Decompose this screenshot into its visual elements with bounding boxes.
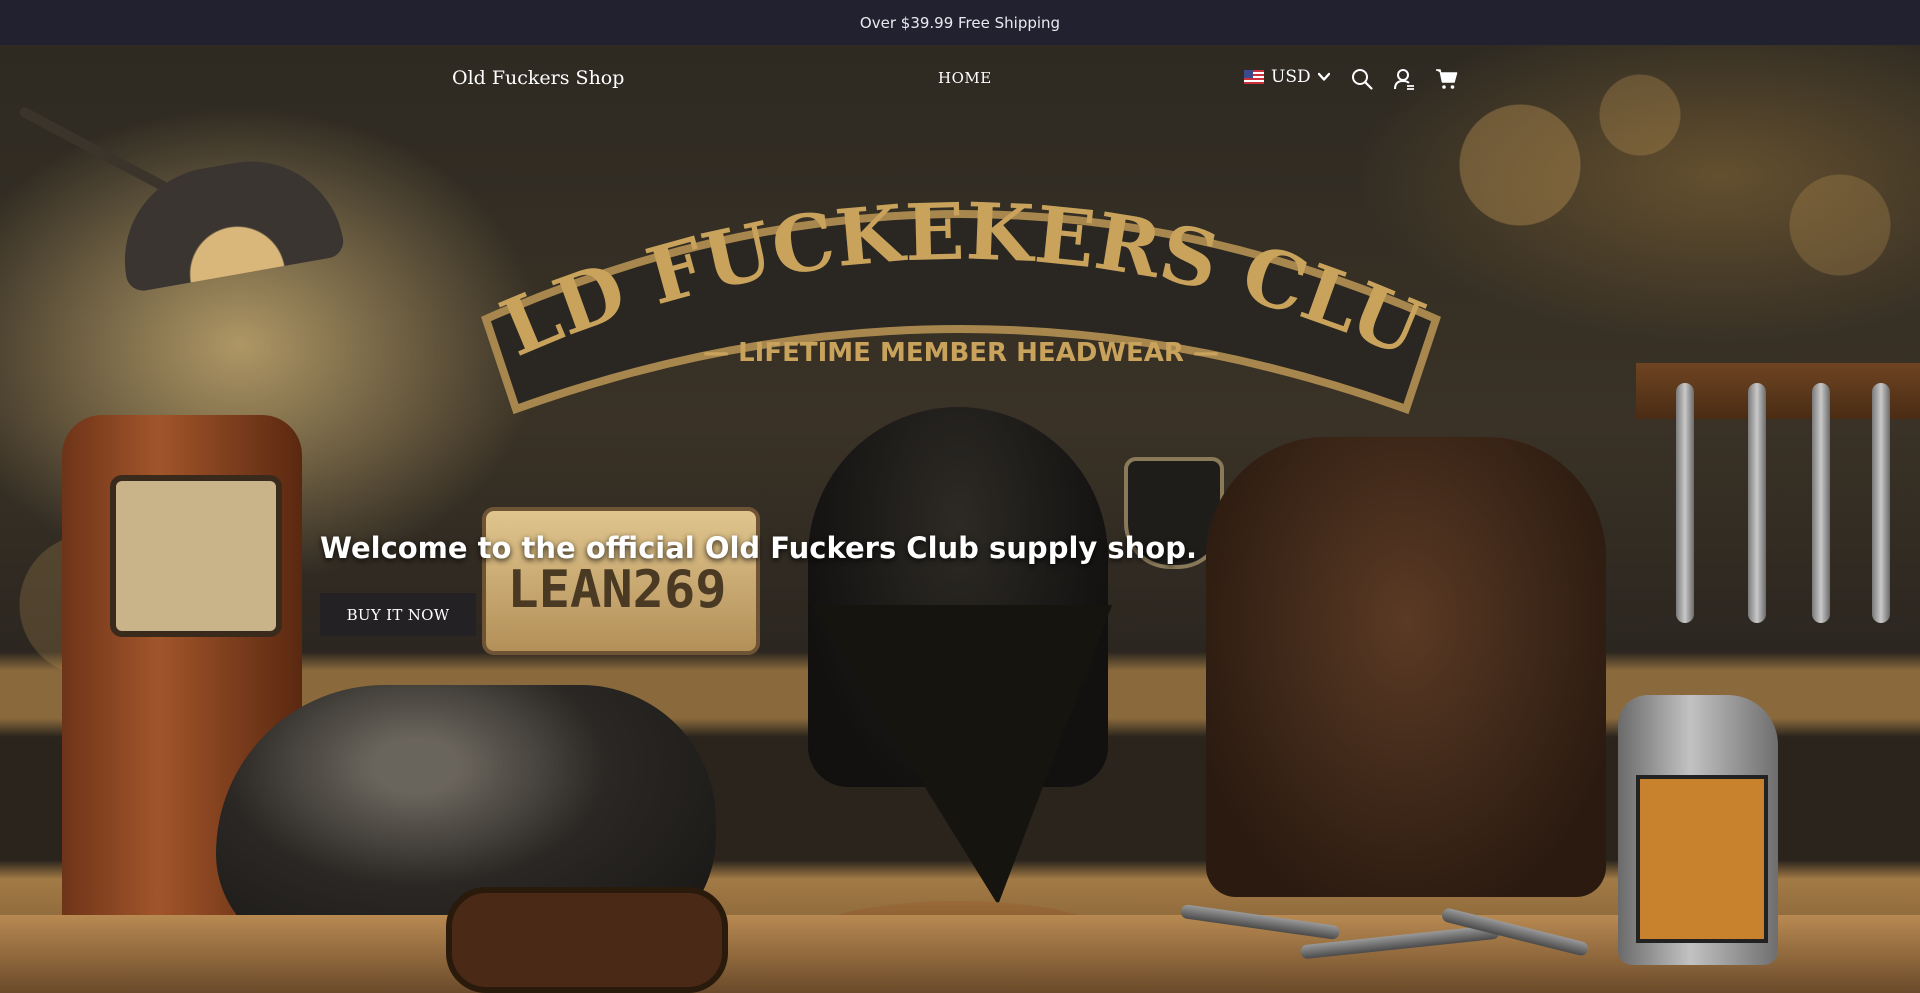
- license-plate-illustration: LEAN269: [482, 507, 760, 655]
- sign-subtitle: — LIFETIME MEMBER HEADWEAR —: [703, 338, 1219, 368]
- cart-icon[interactable]: [1435, 67, 1459, 91]
- wrench-illustration: [1812, 383, 1830, 623]
- hero-banner: LEAN269 OLD FUCKEKERS CLUB — LIFETIME ME…: [0, 45, 1920, 993]
- license-plate-number: LEAN269: [507, 560, 726, 620]
- site-logo[interactable]: Old Fuckers Shop: [452, 67, 624, 89]
- hero-heading: Welcome to the official Old Fuckers Club…: [320, 531, 1197, 565]
- gas-pump-gauge-illustration: [110, 475, 282, 637]
- buy-it-now-button[interactable]: BUY IT NOW: [320, 593, 476, 636]
- account-icon[interactable]: [1392, 67, 1416, 91]
- chevron-down-icon: [1317, 67, 1330, 87]
- nav-home-link[interactable]: HOME: [938, 69, 992, 87]
- tools-illustration: [1179, 903, 1600, 965]
- oil-jug-label-illustration: [1636, 775, 1768, 943]
- search-icon[interactable]: [1350, 67, 1374, 91]
- wrench-illustration: [1748, 383, 1766, 623]
- currency-code: USD: [1271, 67, 1311, 87]
- wrench-illustration: [1872, 383, 1890, 623]
- currency-selector[interactable]: USD: [1244, 67, 1330, 87]
- club-sign-illustration: OLD FUCKEKERS CLUB — LIFETIME MEMBER HEA…: [466, 149, 1456, 419]
- us-flag-icon: [1244, 70, 1264, 84]
- studded-belt-illustration: [446, 887, 728, 993]
- announcement-text: Over $39.99 Free Shipping: [859, 13, 1061, 32]
- announcement-bar: Over $39.99 Free Shipping: [0, 0, 1920, 45]
- wrench-illustration: [1676, 383, 1694, 623]
- leather-jacket-illustration: [1206, 437, 1606, 897]
- site-header: Old Fuckers Shop HOME USD: [0, 45, 1920, 110]
